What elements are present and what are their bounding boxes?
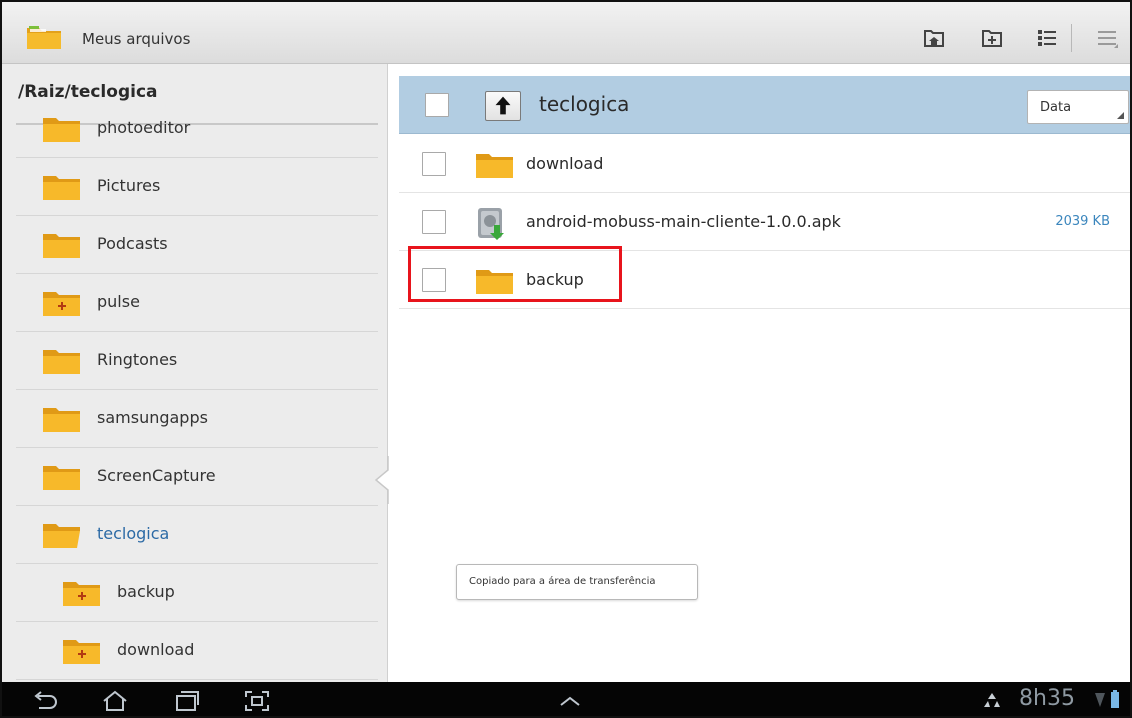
recycle-icon: [984, 693, 1000, 707]
sort-selected-label: Data: [1040, 100, 1072, 115]
file-name: android-mobuss-main-cliente-1.0.0.apk: [526, 212, 841, 231]
apk-install-icon: [478, 208, 504, 240]
toast-message: Copiado para a área de transferência: [456, 564, 698, 600]
action-bar-divider: [1071, 24, 1072, 52]
folder-icon: [43, 350, 80, 374]
folder-icon: [476, 154, 513, 178]
folder-tree-pane: /Raiz/teclogica photoeditor Pictures Podca…: [2, 64, 388, 682]
folder-icon: [43, 234, 80, 258]
tree-item-label: Podcasts: [97, 234, 168, 253]
folder-plus-icon: [63, 582, 100, 606]
current-folder-name: teclogica: [539, 92, 630, 116]
tree-item-samsungapps[interactable]: samsungapps: [16, 390, 378, 448]
tree-item-label: pulse: [97, 292, 140, 311]
file-checkbox[interactable]: [422, 210, 446, 234]
tree-item-backup[interactable]: backup: [16, 564, 378, 622]
signal-icon: [1095, 693, 1105, 707]
recent-apps-icon[interactable]: [172, 688, 202, 714]
folder-tree: photoeditor Pictures Podcasts pulse Ringtone…: [2, 110, 388, 682]
tree-item-podcasts[interactable]: Podcasts: [16, 216, 378, 274]
sort-dropdown[interactable]: Data: [1027, 90, 1129, 124]
status-clock: 8h35: [1019, 686, 1075, 711]
tree-item-pictures[interactable]: Pictures: [16, 158, 378, 216]
tree-item-label: Ringtones: [97, 350, 178, 369]
battery-icon: [1111, 690, 1119, 708]
overflow-menu-icon[interactable]: [1096, 26, 1120, 50]
parent-folder-button[interactable]: [485, 91, 521, 121]
folder-plus-icon: [63, 640, 100, 664]
file-size: 2039 KB: [1055, 214, 1110, 229]
folder-icon: [43, 466, 80, 490]
tree-item-label: teclogica: [97, 524, 170, 543]
home-icon[interactable]: [100, 688, 130, 714]
expand-up-icon[interactable]: [555, 688, 585, 714]
red-highlight-annotation: [408, 246, 622, 302]
app-folder-icon[interactable]: [26, 24, 62, 50]
tree-item-label: photoeditor: [97, 118, 191, 137]
tree-item-photoeditor[interactable]: photoeditor: [16, 110, 378, 158]
tree-item-label: backup: [117, 582, 175, 601]
current-path: /Raiz/teclogica: [18, 82, 158, 102]
folder-icon: [43, 118, 80, 142]
tree-item-label: download: [117, 640, 195, 659]
tree-item-label: Pictures: [97, 176, 161, 195]
tree-item-ringtones[interactable]: Ringtones: [16, 332, 378, 390]
file-checkbox[interactable]: [422, 152, 446, 176]
tree-item-label: ScreenCapture: [97, 466, 216, 485]
new-folder-icon[interactable]: [980, 26, 1004, 50]
app-title: Meus arquivos: [82, 30, 191, 48]
toast-text: Copiado para a área de transferência: [469, 576, 656, 587]
current-folder-row: teclogica Data: [399, 76, 1130, 134]
tree-item-teclogica[interactable]: teclogica: [16, 506, 378, 564]
action-bar: Meus arquivos: [2, 2, 1130, 64]
system-navigation-bar: 8h35: [2, 682, 1130, 716]
tree-item-pulse[interactable]: pulse: [16, 274, 378, 332]
home-folder-icon[interactable]: [922, 26, 946, 50]
folder-plus-icon: [43, 292, 80, 316]
tree-item-label: samsungapps: [97, 408, 208, 427]
tablet-screen: Meus arquivos /Raiz/teclogica photoedito…: [0, 0, 1132, 718]
file-row[interactable]: download: [399, 135, 1130, 193]
folder-icon: [43, 408, 80, 432]
tree-item-download[interactable]: download: [16, 622, 378, 680]
file-list-pane: teclogica Data download android-mobuss-ma…: [389, 64, 1130, 682]
folder-icon: [43, 176, 80, 200]
screenshot-icon[interactable]: [242, 688, 272, 714]
dropdown-caret-icon: [1117, 112, 1124, 119]
tree-item-screencapture[interactable]: ScreenCapture: [16, 448, 378, 506]
folder-open-icon: [43, 524, 80, 548]
arrow-up-icon: [495, 96, 511, 115]
file-row[interactable]: android-mobuss-main-cliente-1.0.0.apk 203…: [399, 193, 1130, 251]
list-view-icon[interactable]: [1035, 26, 1059, 50]
file-name: download: [526, 154, 604, 173]
back-icon[interactable]: [30, 688, 60, 714]
select-all-checkbox[interactable]: [425, 93, 449, 117]
